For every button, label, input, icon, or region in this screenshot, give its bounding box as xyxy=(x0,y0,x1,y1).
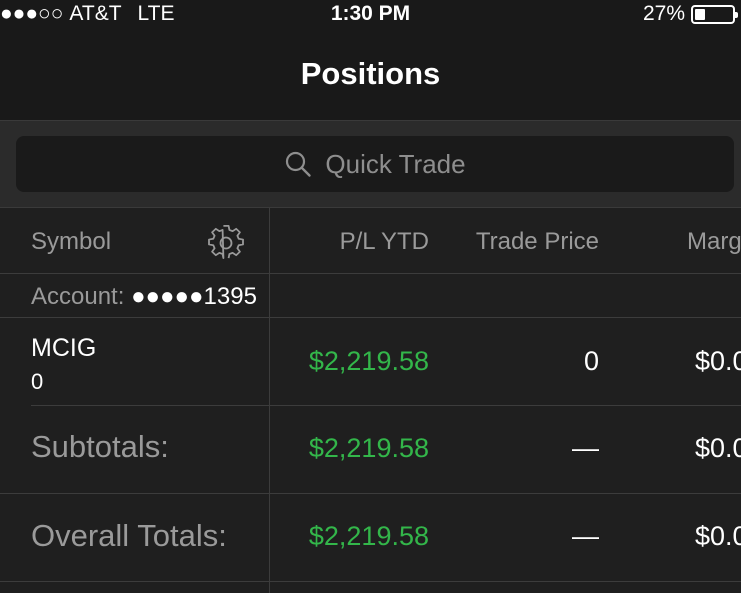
column-header-trade-price[interactable]: Trade Price xyxy=(476,228,599,256)
row-divider xyxy=(0,493,741,494)
account-masked-digits: ●●●●● xyxy=(131,283,204,310)
overall-totals-label: Overall Totals: xyxy=(31,518,227,553)
account-label: Account: xyxy=(31,283,125,310)
column-header-pl-ytd[interactable]: P/L YTD xyxy=(340,228,429,256)
subtotals-margin: $0.0 xyxy=(695,433,741,463)
quick-trade-search-field[interactable]: Quick Trade xyxy=(16,136,734,192)
status-time: 1:30 PM xyxy=(330,2,411,25)
position-margin: $0.0 xyxy=(695,346,741,376)
overall-totals-pl-ytd: $2,219.58 xyxy=(308,521,429,551)
row-divider xyxy=(31,405,741,406)
position-pl-ytd: $2,219.58 xyxy=(308,346,429,376)
positions-table: Symbol P/L YTD Trade Price Marg Account:… xyxy=(0,208,741,593)
row-divider xyxy=(0,317,741,318)
battery-percent: 27% xyxy=(642,2,685,25)
position-symbol[interactable]: MCIG xyxy=(31,334,96,363)
position-quantity: 0 xyxy=(31,369,44,394)
navigation-bar: Positions xyxy=(0,28,741,120)
account-label-row: Account: ●●●●●1395 xyxy=(31,283,257,311)
battery-icon xyxy=(691,4,738,24)
overall-totals-margin: $0.0 xyxy=(695,521,741,551)
status-bar: ●●●○○ AT&T LTE 1:30 PM 27% xyxy=(0,0,741,28)
row-divider xyxy=(0,581,741,582)
row-divider xyxy=(0,273,741,274)
overall-totals-trade-price: — xyxy=(572,521,599,551)
search-inner: Quick Trade xyxy=(16,136,734,192)
battery-tip xyxy=(735,11,738,18)
search-icon xyxy=(286,151,312,177)
column-header-margin[interactable]: Marg xyxy=(687,228,741,256)
search-placeholder: Quick Trade xyxy=(325,148,466,179)
position-trade-price: 0 xyxy=(583,346,599,376)
gear-icon[interactable] xyxy=(208,225,244,261)
battery-fill xyxy=(695,8,705,20)
page-title: Positions xyxy=(300,56,441,91)
column-divider xyxy=(269,208,270,593)
subtotals-trade-price: — xyxy=(572,433,599,463)
subtotals-label: Subtotals: xyxy=(31,429,169,464)
account-number: 1395 xyxy=(203,283,257,310)
subtotals-pl-ytd: $2,219.58 xyxy=(308,433,429,463)
status-right: 27% xyxy=(642,0,738,28)
search-area: Quick Trade xyxy=(0,120,741,208)
column-header-symbol[interactable]: Symbol xyxy=(31,228,111,256)
